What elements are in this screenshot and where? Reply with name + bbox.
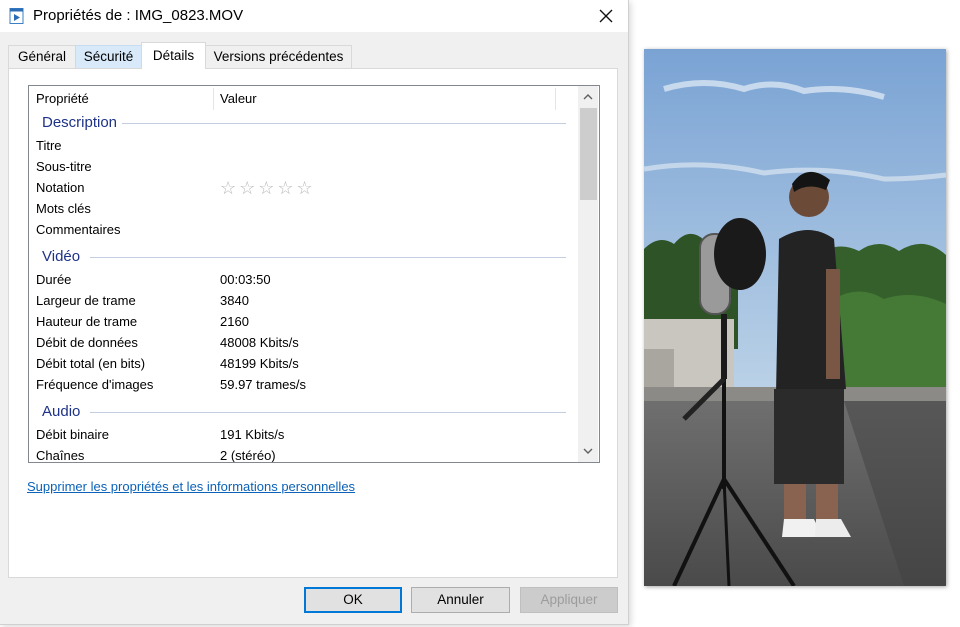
video-preview-image bbox=[644, 49, 946, 586]
property-name: Commentaires bbox=[36, 222, 121, 237]
window-title: Propriétés de : IMG_0823.MOV bbox=[33, 7, 244, 24]
video-file-icon bbox=[9, 8, 25, 24]
group-divider bbox=[90, 412, 566, 413]
tab-details[interactable]: Détails bbox=[141, 42, 206, 69]
details-panel: Propriété Valeur Description Titre Sous-… bbox=[8, 68, 618, 578]
properties-dialog: Propriétés de : IMG_0823.MOV Général Séc… bbox=[0, 0, 629, 625]
property-name: Titre bbox=[36, 138, 62, 153]
property-name: Débit de données bbox=[36, 335, 138, 350]
apply-button: Appliquer bbox=[520, 587, 618, 613]
cancel-button[interactable]: Annuler bbox=[411, 587, 510, 613]
column-divider[interactable] bbox=[555, 88, 556, 110]
column-header-property[interactable]: Propriété bbox=[36, 86, 89, 112]
scroll-up-button[interactable] bbox=[578, 87, 598, 107]
remove-properties-link[interactable]: Supprimer les propriétés et les informat… bbox=[27, 479, 355, 494]
property-name: Durée bbox=[36, 272, 72, 287]
group-header-audio: Audio bbox=[42, 403, 81, 420]
group-divider bbox=[90, 257, 566, 258]
tab-securite[interactable]: Sécurité bbox=[75, 45, 142, 68]
property-value[interactable]: 2 (stéréo) bbox=[220, 446, 276, 462]
property-value[interactable]: 48008 Kbits/s bbox=[220, 333, 299, 353]
property-name: Largeur de trame bbox=[36, 293, 136, 308]
property-name: Fréquence d'images bbox=[36, 377, 154, 392]
close-button[interactable] bbox=[586, 0, 626, 32]
group-divider bbox=[122, 123, 566, 124]
rooftop-microphone-photo bbox=[644, 49, 946, 586]
vertical-scrollbar[interactable] bbox=[578, 86, 598, 462]
tab-general[interactable]: Général bbox=[8, 45, 76, 68]
scroll-down-button[interactable] bbox=[578, 441, 598, 461]
column-divider[interactable] bbox=[213, 88, 214, 110]
rating-stars[interactable]: ☆☆☆☆☆ bbox=[220, 177, 316, 199]
property-name: Sous-titre bbox=[36, 159, 92, 174]
chevron-down-icon bbox=[583, 448, 593, 454]
property-value[interactable]: 48199 Kbits/s bbox=[220, 354, 299, 374]
group-header-video: Vidéo bbox=[42, 248, 81, 265]
ok-button[interactable]: OK bbox=[304, 587, 402, 613]
property-name: Débit binaire bbox=[36, 427, 109, 442]
tab-versions-precedentes[interactable]: Versions précédentes bbox=[205, 45, 352, 68]
close-icon bbox=[599, 9, 613, 23]
scroll-thumb[interactable] bbox=[580, 108, 597, 200]
property-value[interactable]: 59.97 trames/s bbox=[220, 375, 306, 395]
title-bar: Propriétés de : IMG_0823.MOV bbox=[0, 0, 628, 32]
chevron-up-icon bbox=[583, 94, 593, 100]
property-value[interactable]: 191 Kbits/s bbox=[220, 425, 284, 445]
property-name: Débit total (en bits) bbox=[36, 356, 146, 371]
column-header-value[interactable]: Valeur bbox=[220, 86, 257, 112]
property-name: Hauteur de trame bbox=[36, 314, 138, 329]
property-name: Mots clés bbox=[36, 201, 91, 216]
property-value[interactable]: 2160 bbox=[220, 312, 249, 332]
property-name: Chaînes bbox=[36, 448, 85, 463]
property-value[interactable]: 00:03:50 bbox=[220, 270, 271, 290]
property-name: Notation bbox=[36, 180, 85, 195]
property-value[interactable]: 3840 bbox=[220, 291, 249, 311]
group-header-description: Description bbox=[42, 114, 118, 131]
properties-list[interactable]: Propriété Valeur Description Titre Sous-… bbox=[28, 85, 600, 463]
